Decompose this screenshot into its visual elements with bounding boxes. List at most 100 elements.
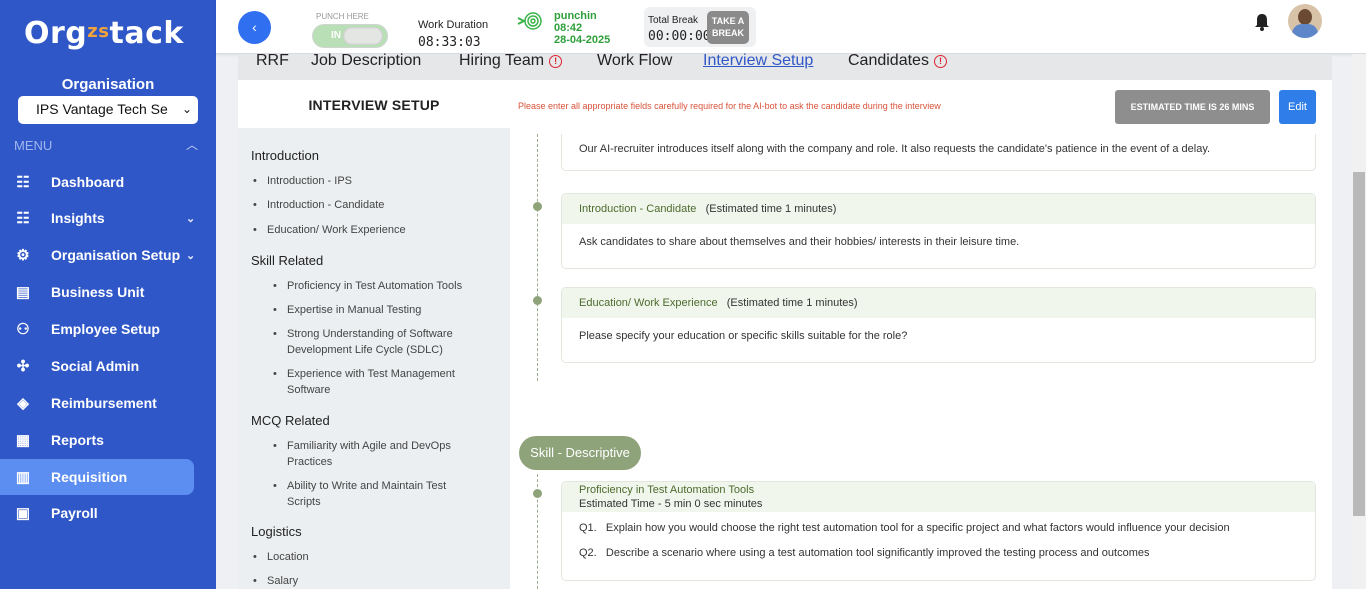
outline-item[interactable]: Salary [253,573,298,589]
tab-candidates[interactable]: Candidates! [848,52,947,70]
question-row: Q2. Describe a scenario where using a te… [579,546,1298,560]
bell-icon[interactable] [1254,13,1270,36]
employee-icon: ⚇ [16,321,30,338]
sidebar-item-dashboard[interactable]: ☷ Dashboard [0,164,194,200]
sidebar-item-reports[interactable]: ▦ Reports [0,422,194,458]
sidebar-item-label: Dashboard [51,174,125,190]
instruction-notice: Please enter all appropriate fields care… [518,101,941,111]
sidebar-item-label: Employee Setup [51,321,160,337]
intro-card-title: Education/ Work Experience [579,297,718,309]
outline-item[interactable]: Expertise in Manual Testing [273,302,497,318]
punch-toggle[interactable]: IN [312,24,388,48]
outline-item[interactable]: Education/ Work Experience [253,222,406,238]
take-break-button[interactable]: TAKE A BREAK [707,11,749,44]
sidebar: Orgzstack Organisation IPS Vantage Tech … [0,0,216,589]
sidebar-item-label: Insights [51,210,105,226]
punch-label: PUNCH HERE [316,12,369,21]
outline-item[interactable]: Ability to Write and Maintain Test Scrip… [273,478,477,510]
organisation-select[interactable]: IPS Vantage Tech Se ⌄ [18,96,198,124]
estimated-time-badge: ESTIMATED TIME IS 26 MINS [1115,90,1270,124]
skill-card: Proficiency in Test Automation Tools Est… [561,481,1316,581]
logo-text: zs [87,21,110,42]
punchin-label: punchin [554,10,597,22]
edit-button[interactable]: Edit [1279,90,1316,124]
reports-icon: ▦ [15,432,31,449]
skill-card-header: Proficiency in Test Automation Tools Est… [562,482,1315,512]
tab-work-flow[interactable]: Work Flow [597,52,672,70]
avatar-head [1298,9,1312,25]
logo-text: tack [109,16,184,51]
tab-hiring-team[interactable]: Hiring Team! [459,52,563,70]
intro-card-time: (Estimated time 1 minutes) [726,297,858,309]
reimbursement-icon: ◈ [17,395,29,412]
sidebar-item-organisation-setup[interactable]: ⚙ Organisation Setup ⌄ [0,237,195,273]
menu-label: MENU [14,138,53,153]
punchin-date: 28-04-2025 [554,34,611,46]
outline-title: INTERVIEW SETUP [238,80,510,128]
question-number: Q1. [579,522,597,534]
timeline-dot [533,296,542,305]
question-text: Describe a scenario where using a test a… [605,547,1150,559]
punchin-time: 08:42 [554,22,583,34]
punch-state: IN [331,30,341,41]
briefcase-icon: ▤ [15,284,31,301]
outline-section-logistics: Logistics [251,524,302,539]
logo-text: Org [24,16,88,51]
outline-item[interactable]: Familiarity with Agile and DevOps Practi… [273,438,477,470]
organisation-label: Organisation [61,76,155,93]
intro-card: Introduction - Candidate (Estimated time… [561,193,1316,269]
fingerprint-icon [514,10,544,32]
avatar[interactable] [1288,4,1322,38]
outline-item[interactable]: Location [253,549,308,565]
outline-section-skill-related: Skill Related [251,253,324,268]
intro-card: Education/ Work Experience (Estimated ti… [561,287,1316,363]
sidebar-item-label: Organisation Setup [51,247,181,263]
sidebar-item-label: Reimbursement [51,395,157,411]
organisation-select-value: IPS Vantage Tech Se [36,101,168,117]
outline-item[interactable]: Proficiency in Test Automation Tools [273,278,497,294]
punchin-info: punchin 08:42 28-04-2025 [554,10,610,46]
intro-card-body: Ask candidates to share about themselves… [579,236,1020,248]
interview-outline: INTERVIEW SETUP Introduction Introductio… [238,80,510,589]
warning-icon: ! [933,55,947,68]
tab-rrf[interactable]: RRF [256,52,289,70]
outline-item[interactable]: Strong Understanding of Software Develop… [273,326,477,358]
tab-interview-setup[interactable]: Interview Setup [703,52,813,70]
sidebar-item-reimbursement[interactable]: ◈ Reimbursement [0,385,194,421]
question-row: Q1. Explain how you would choose the rig… [579,521,1298,535]
sidebar-item-business-unit[interactable]: ▤ Business Unit [0,274,194,310]
sidebar-item-payroll[interactable]: ▣ Payroll [0,495,194,531]
take-break-label: TAKE A [711,16,745,26]
question-text: Explain how you would choose the right t… [605,522,1230,534]
sidebar-item-social-admin[interactable]: ✣ Social Admin [0,348,194,384]
tab-label: Candidates [848,52,929,69]
sidebar-item-requisition[interactable]: ▥ Requisition [0,459,194,495]
social-admin-icon: ✣ [16,358,30,375]
orgzstack-logo[interactable]: Orgzstack [24,16,184,51]
intro-card-title: Introduction - Candidate [579,203,697,215]
scrollbar-thumb[interactable] [1353,172,1365,516]
timeline-dot [533,489,542,498]
tab-job-description[interactable]: Job Description [311,52,421,70]
sidebar-item-insights[interactable]: ☷ Insights ⌄ [0,200,196,236]
outline-item[interactable]: Experience with Test Management Software [273,366,477,398]
total-break-value: 00:00:00 [648,29,711,44]
back-button[interactable]: ‹ [238,11,271,44]
tab-label: Hiring Team [459,52,545,69]
intro-card-header: Introduction - Candidate (Estimated time… [562,194,1315,224]
sidebar-item-employee-setup[interactable]: ⚇ Employee Setup [0,311,194,347]
skill-section-pill: Skill - Descriptive [519,436,641,470]
outline-item[interactable]: Introduction - Candidate [253,197,384,213]
intro-card-time: (Estimated time 1 minutes) [705,203,837,215]
outline-item[interactable]: Introduction - IPS [253,173,352,189]
total-break-box: Total Break 00:00:00 TAKE A BREAK [644,7,756,47]
page-scrollbar[interactable] [1352,54,1366,589]
skill-card-title: Proficiency in Test Automation Tools [579,484,755,496]
sidebar-item-label: Social Admin [51,358,140,374]
interview-content: Our AI-recruiter introduces itself along… [510,134,1332,589]
chevron-down-icon: ⌄ [186,212,196,225]
insights-icon: ☷ [16,210,30,227]
interview-main: Please enter all appropriate fields care… [510,80,1332,589]
chevron-up-icon[interactable]: ︿ [186,136,198,153]
sidebar-item-label: Reports [51,432,104,448]
